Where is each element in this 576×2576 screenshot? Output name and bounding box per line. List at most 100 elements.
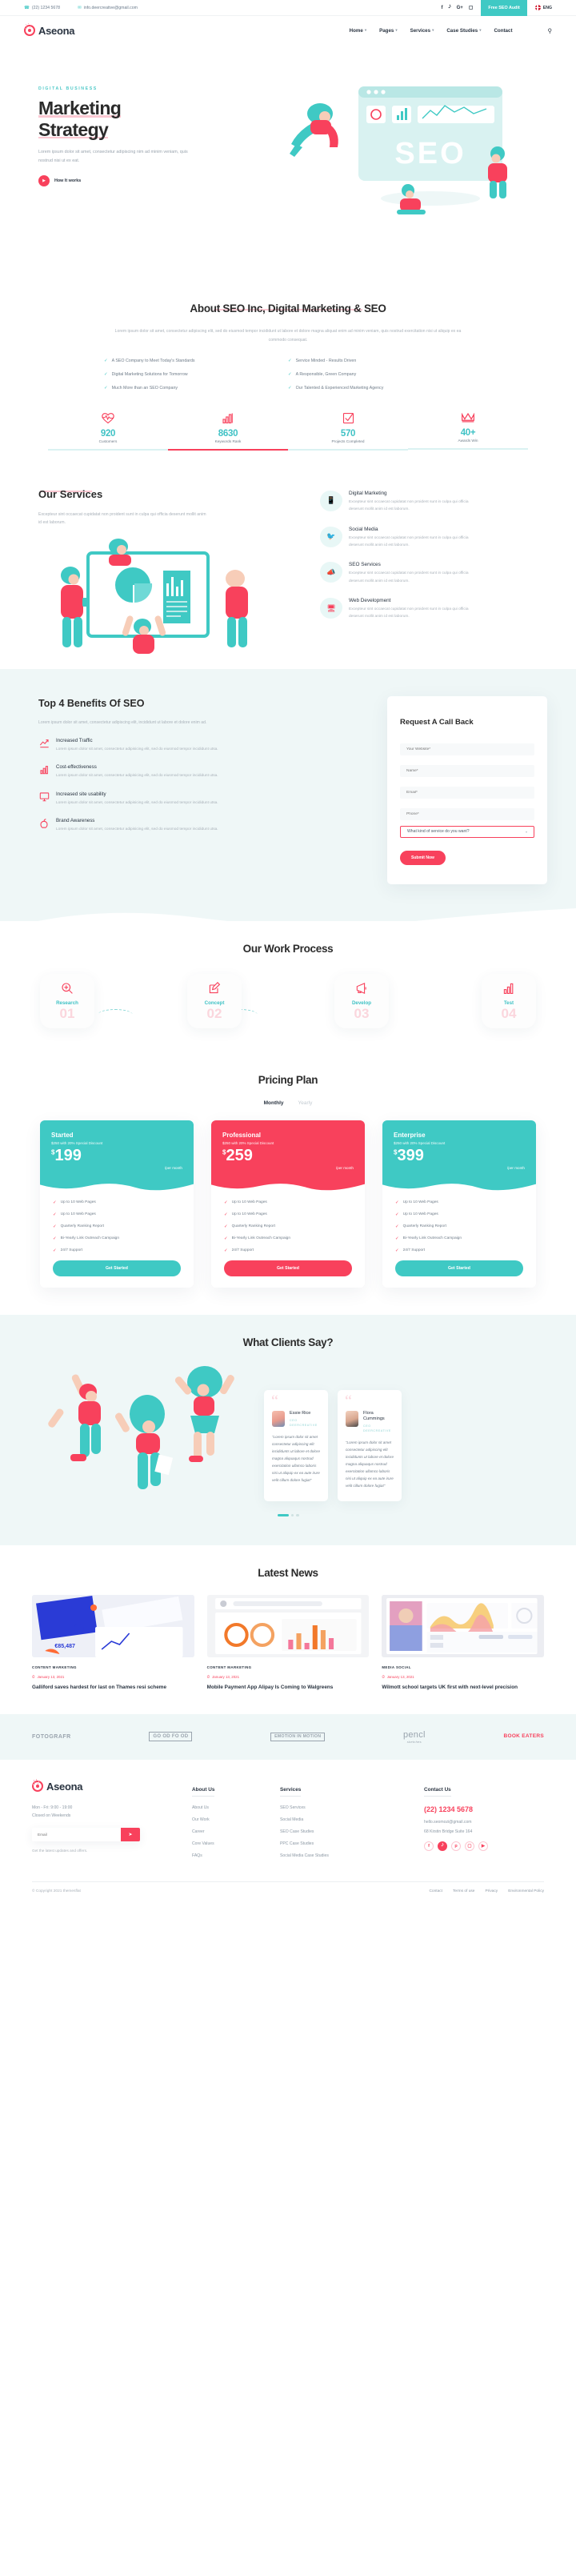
footer-link[interactable]: Our Work — [192, 1817, 280, 1822]
service-social-media[interactable]: 🐦 Social Media Excepteur sint occaecat cu… — [320, 526, 552, 550]
check-icon: ✓ — [104, 359, 108, 364]
footer-bottom-link-terms[interactable]: Terms of use — [453, 1889, 474, 1893]
brand-logo-emotion-in-motion: EMOTION IN MOTION — [270, 1732, 326, 1741]
logo-dots-icon — [33, 1779, 41, 1785]
language-selector[interactable]: ENG — [534, 5, 552, 10]
list-item: ✓ Quarterly Ranking Report — [224, 1224, 352, 1229]
google-plus-icon[interactable]: G+ — [457, 6, 463, 10]
avatar — [272, 1410, 285, 1427]
phone-field[interactable] — [400, 807, 534, 820]
footer-bottom-link-contact[interactable]: Contact — [429, 1889, 442, 1893]
facebook-icon[interactable]: f — [441, 6, 442, 10]
carousel-dot[interactable] — [290, 1513, 294, 1517]
plan-feature: Quarterly Ranking Report — [60, 1224, 104, 1229]
carousel-dot[interactable] — [296, 1513, 299, 1517]
news-card-2[interactable]: CONTENT MARKETING ⏱ January 13, 2021 Mobi… — [206, 1595, 370, 1691]
news-header: Latest News — [0, 1566, 576, 1580]
check-icon: ✓ — [395, 1224, 399, 1229]
quote-icon: “ — [271, 1392, 278, 1410]
process-header: Our Work Process — [0, 942, 576, 956]
service-seo-services[interactable]: 📣 SEO Services Excepteur sint occaecat cu… — [320, 562, 552, 585]
nav-item-services[interactable]: Services ▾ — [410, 28, 434, 34]
name-field[interactable] — [400, 764, 534, 777]
pinterest-icon[interactable]: p — [451, 1841, 461, 1851]
facebook-icon[interactable]: f — [424, 1841, 434, 1851]
footer-bottom-link-privacy[interactable]: Privacy — [485, 1889, 498, 1893]
footer-email[interactable]: hello.seomozi@gmail.com — [424, 1820, 544, 1825]
topbar-phone[interactable]: ☎ (22) 1234 5678 — [24, 6, 60, 10]
news-card-3[interactable]: MEDIA SOCIAL ⏱ January 13, 2021 Wilmott s… — [382, 1595, 545, 1691]
newsletter-submit-button[interactable]: ➤ — [121, 1828, 140, 1842]
logo-dots-icon — [25, 23, 33, 30]
newsletter-email-input[interactable] — [32, 1828, 121, 1842]
service-web-development[interactable]: 🖥 Web Development Excepteur sint occaecat… — [320, 598, 552, 621]
free-seo-audit-button[interactable]: Free SEO Audit — [481, 0, 527, 16]
services-paragraph: Excepteur sint occaecat cupidatat non pr… — [38, 511, 206, 526]
news-card-1[interactable]: €85,487 CONTENT MARKETING ⏱ January 13, 2… — [32, 1595, 194, 1691]
toggle-yearly[interactable]: Yearly — [298, 1100, 313, 1106]
page-root: ☎ (22) 1234 5678 ✉ info.deercreative@gma… — [0, 0, 576, 1903]
avatar — [346, 1410, 358, 1427]
process-step-develop[interactable]: Develop 03 — [334, 973, 389, 1028]
nav-item-pages[interactable]: Pages ▾ — [379, 28, 398, 34]
service-select[interactable]: What kind of service do you want? ▾ — [400, 825, 534, 838]
email-field[interactable] — [400, 786, 534, 799]
footer-column-contact: Contact Us (22) 1234 5678 hello.seomozi@… — [408, 1781, 544, 1865]
news-title-text[interactable]: Mobile Payment App Alipay Is Coming to W… — [207, 1684, 370, 1691]
carousel-dot-active[interactable] — [277, 1513, 289, 1517]
twitter-icon[interactable]: 𝅘𝅥𝅮 — [448, 5, 450, 10]
get-started-button[interactable]: Get Started — [395, 1260, 523, 1276]
get-started-button[interactable]: Get Started — [224, 1260, 352, 1276]
footer-link[interactable]: Social Media — [280, 1817, 408, 1822]
footer-link[interactable]: SEO Services — [280, 1805, 408, 1810]
footer-link[interactable]: Social Media Case Studies — [280, 1853, 408, 1858]
list-item: ✓ Digital Marketing Solutions for Tomorro… — [104, 372, 288, 377]
footer-logo[interactable]: Aseona — [32, 1779, 192, 1793]
toggle-monthly[interactable]: Monthly — [264, 1100, 284, 1106]
website-field[interactable] — [400, 743, 534, 755]
search-icon[interactable]: ⚲ — [548, 27, 553, 34]
plan-wave-divider — [382, 1183, 536, 1192]
news-title-text[interactable]: Wilmott school targets UK first with nex… — [382, 1684, 544, 1691]
nav-item-home[interactable]: Home ▾ — [350, 28, 366, 34]
footer-link[interactable]: Career — [192, 1829, 280, 1834]
bar-chart-icon — [38, 764, 50, 779]
carousel-dots[interactable] — [0, 1513, 576, 1517]
check-icon: ✓ — [53, 1212, 57, 1217]
footer-link[interactable]: About Us — [192, 1805, 280, 1810]
get-started-button[interactable]: Get Started — [53, 1260, 181, 1276]
footer-link[interactable]: PPC Case Studies — [280, 1841, 408, 1846]
plan-feature: Quarterly Ranking Report — [402, 1224, 446, 1229]
site-logo[interactable]: Aseona — [24, 23, 74, 37]
footer-link[interactable]: FAQs — [192, 1853, 280, 1858]
process-step-test[interactable]: Test 04 — [482, 973, 536, 1028]
twitter-icon[interactable]: 𝅘𝅥𝅮 — [438, 1841, 447, 1851]
check-icon: ✓ — [224, 1212, 228, 1217]
about-item-label: A SEO Company to Meet Today's Standards — [111, 359, 195, 364]
nav-item-contact[interactable]: Contact — [494, 28, 512, 34]
instagram-icon[interactable]: ▢ — [469, 5, 474, 10]
nav-item-case-studies[interactable]: Case Studies ▾ — [446, 28, 481, 34]
process-step-research[interactable]: Research 01 — [40, 973, 94, 1028]
hero-title-line1: Marketing — [38, 98, 122, 118]
footer-bottom-link-environmental[interactable]: Environmental Policy — [508, 1889, 544, 1893]
news-title-text[interactable]: Galliford saves hardest for last on Tham… — [32, 1684, 194, 1691]
process-step-concept[interactable]: Concept 02 — [187, 973, 242, 1028]
footer-phone[interactable]: (22) 1234 5678 — [424, 1805, 544, 1813]
footer-link[interactable]: Core Values — [192, 1841, 280, 1846]
crown-icon — [408, 412, 528, 425]
submit-button[interactable]: Submit Now — [400, 850, 446, 865]
benefit-desc: Lorem ipsum dolor sit amet, consectetur … — [56, 747, 218, 751]
topbar-email[interactable]: ✉ info.deercreative@gmail.com — [78, 6, 138, 10]
hero-section: DIGITAL BUSINESS Marketing Strategy Lore… — [0, 45, 576, 279]
benefit-desc: Lorem ipsum dolor sit amet, consectetur … — [56, 774, 218, 779]
hero-cta[interactable]: ▶ How It works — [38, 174, 264, 186]
pencil-edit-icon — [208, 981, 221, 997]
service-digital-marketing[interactable]: 📱 Digital Marketing Excepteur sint occaec… — [320, 490, 552, 514]
youtube-icon[interactable]: ▶ — [478, 1841, 488, 1851]
newsletter-note: Get the latest updates and offers. — [32, 1849, 88, 1853]
stat-value: 8630 — [218, 429, 238, 439]
footer-link[interactable]: SEO Case Studies — [280, 1829, 408, 1834]
news-date-text: January 13, 2021 — [386, 1675, 414, 1680]
instagram-icon[interactable]: ▢ — [465, 1841, 474, 1851]
